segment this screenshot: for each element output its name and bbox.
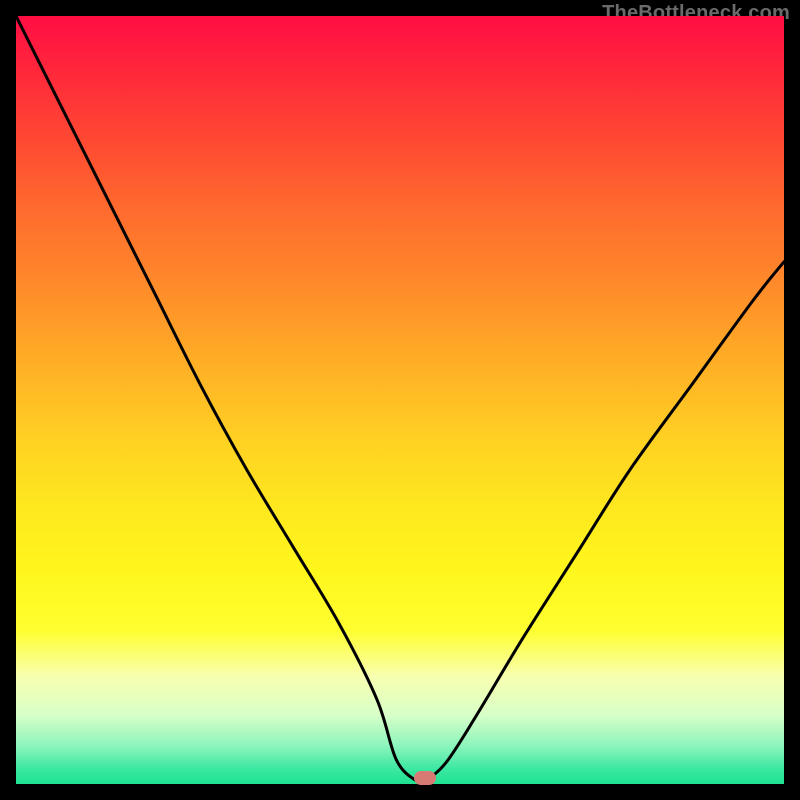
- plot-area: [16, 16, 784, 784]
- optimal-marker: [414, 771, 436, 785]
- bottleneck-curve: [16, 16, 784, 783]
- curve-svg: [16, 16, 784, 784]
- chart-container: TheBottleneck.com: [0, 0, 800, 800]
